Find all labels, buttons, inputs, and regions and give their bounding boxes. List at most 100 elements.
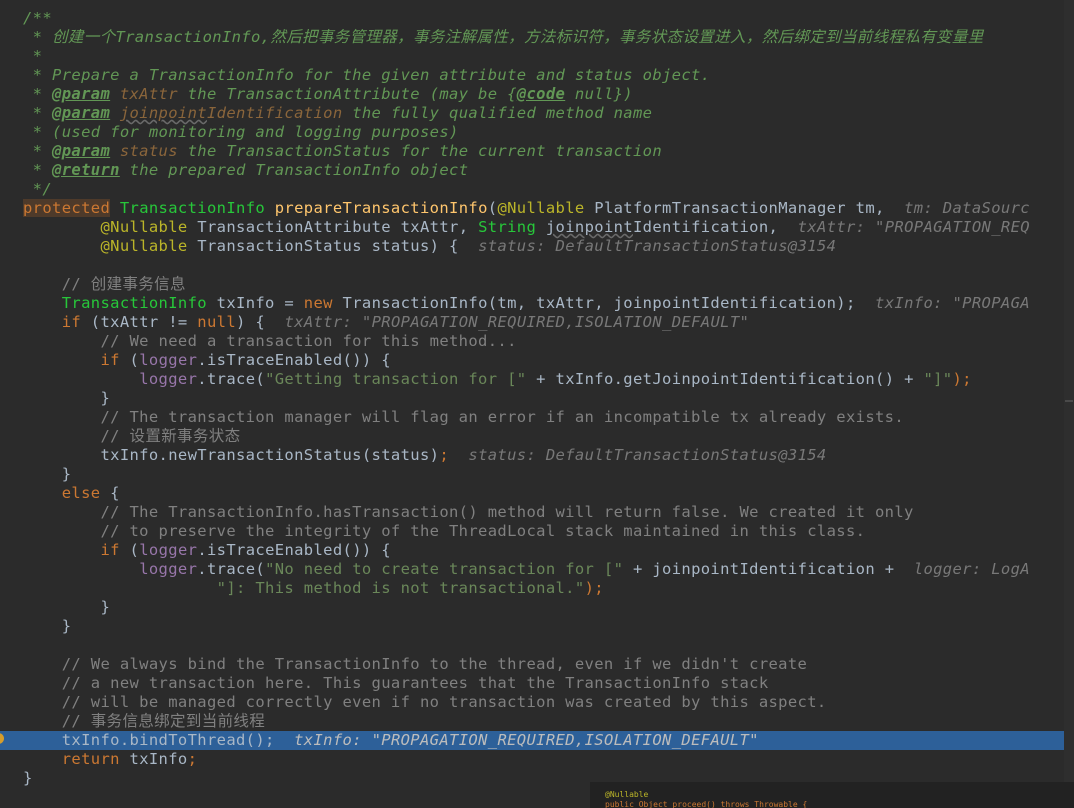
code-line[interactable]: // We need a transaction for this method… bbox=[0, 332, 1064, 351]
code-token: ( bbox=[119, 351, 140, 369]
code-token: * bbox=[23, 142, 53, 160]
code-line[interactable]: } bbox=[0, 617, 1064, 636]
code-token: the TransactionStatus for the current tr… bbox=[177, 142, 663, 160]
code-line[interactable]: } bbox=[0, 389, 1064, 408]
code-token: @param bbox=[52, 85, 111, 103]
code-token: txInfo.newTransactionStatus(status) bbox=[23, 446, 440, 464]
code-token: logger bbox=[139, 560, 198, 578]
code-line[interactable]: * @return the prepared TransactionInfo o… bbox=[0, 161, 1064, 180]
code-token: txAttr bbox=[110, 85, 178, 103]
code-line[interactable]: if (logger.isTraceEnabled()) { bbox=[0, 541, 1064, 560]
code-line[interactable]: // 事务信息绑定到当前线程 bbox=[0, 712, 1064, 731]
code-token: String bbox=[478, 218, 537, 236]
code-line[interactable]: * @param txAttr the TransactionAttribute… bbox=[0, 85, 1064, 104]
code-line[interactable]: else { bbox=[0, 484, 1064, 503]
code-token: // 创建事务信息 bbox=[23, 275, 186, 293]
code-token: null bbox=[197, 313, 237, 331]
code-line[interactable]: // 创建事务信息 bbox=[0, 275, 1064, 294]
code-line[interactable]: * @param status the TransactionStatus fo… bbox=[0, 142, 1064, 161]
code-line[interactable]: /** bbox=[0, 9, 1064, 28]
code-token: Identification bbox=[206, 104, 343, 122]
code-line[interactable]: * (used for monitoring and logging purpo… bbox=[0, 123, 1064, 142]
code-line[interactable]: TransactionInfo txInfo = new Transaction… bbox=[0, 294, 1064, 313]
current-execution-line[interactable]: txInfo.bindToThread(); txInfo: "PROPAGAT… bbox=[0, 731, 1064, 750]
code-line[interactable]: * @param joinpointIdentification the ful… bbox=[0, 104, 1064, 123]
code-token: ); bbox=[952, 370, 972, 388]
code-line[interactable]: * 创建一个TransactionInfo,然后把事务管理器，事务注解属性，方法… bbox=[0, 28, 1064, 47]
code-token: @return bbox=[52, 161, 120, 179]
code-token: * bbox=[23, 104, 53, 122]
code-line[interactable]: // The TransactionInfo.hasTransaction() … bbox=[0, 503, 1064, 522]
code-token: tm: DataSourc bbox=[904, 199, 1030, 217]
vertical-scrollbar[interactable] bbox=[1064, 0, 1074, 808]
code-line[interactable]: logger.trace("Getting transaction for ["… bbox=[0, 370, 1064, 389]
code-token: TransactionAttribute txAttr, bbox=[187, 218, 479, 236]
code-token: } bbox=[23, 617, 72, 635]
code-line[interactable]: * bbox=[0, 47, 1064, 66]
code-line[interactable]: } bbox=[0, 598, 1064, 617]
code-token: TransactionInfo(tm, txAttr, joinpointIde… bbox=[332, 294, 856, 312]
code-token: txInfo: bbox=[294, 731, 372, 749]
code-token: "]" bbox=[923, 370, 953, 388]
code-token: @Nullable bbox=[497, 199, 585, 217]
code-token: PlatformTransactionManager tm, bbox=[584, 199, 905, 217]
code-token: + joinpointIdentification + bbox=[623, 560, 914, 578]
code-editor[interactable]: /** * 创建一个TransactionInfo,然后把事务管理器，事务注解属… bbox=[0, 0, 1064, 808]
code-token: // The transaction manager will flag an … bbox=[23, 408, 905, 426]
code-line[interactable]: txInfo.newTransactionStatus(status); sta… bbox=[0, 446, 1064, 465]
code-token: * bbox=[23, 85, 53, 103]
code-line[interactable]: // We always bind the TransactionInfo to… bbox=[0, 655, 1064, 674]
code-token: ); bbox=[584, 579, 604, 597]
code-token: .trace( bbox=[197, 560, 266, 578]
code-line[interactable]: @Nullable TransactionAttribute txAttr, S… bbox=[0, 218, 1064, 237]
code-line[interactable]: * Prepare a TransactionInfo for the give… bbox=[0, 66, 1064, 85]
code-line[interactable]: return txInfo; bbox=[0, 750, 1064, 769]
code-line[interactable]: @Nullable TransactionStatus status) { st… bbox=[0, 237, 1064, 256]
code-token: the fully qualified method name bbox=[342, 104, 653, 122]
code-line[interactable]: protected TransactionInfo prepareTransac… bbox=[0, 199, 1064, 218]
code-token: else bbox=[61, 484, 101, 502]
code-token: TransactionStatus status) { bbox=[187, 237, 479, 255]
code-token: @Nullable bbox=[100, 218, 188, 236]
code-line[interactable]: // will be managed correctly even if no … bbox=[0, 693, 1064, 712]
code-line[interactable]: "]: This method is not transactional."); bbox=[0, 579, 1064, 598]
code-token: * bbox=[23, 47, 43, 65]
code-line[interactable]: */ bbox=[0, 180, 1064, 199]
code-token: .isTraceEnabled()) { bbox=[197, 541, 391, 559]
code-line[interactable]: // The transaction manager will flag an … bbox=[0, 408, 1064, 427]
code-token: // will be managed correctly even if no … bbox=[23, 693, 827, 711]
code-token: logger bbox=[139, 541, 198, 559]
code-line[interactable] bbox=[0, 636, 1064, 655]
code-token: ; bbox=[187, 750, 198, 768]
code-token: Identification, bbox=[633, 218, 798, 236]
code-line[interactable] bbox=[0, 256, 1064, 275]
code-line[interactable]: if (logger.isTraceEnabled()) { bbox=[0, 351, 1064, 370]
code-line[interactable]: // to preserve the integrity of the Thre… bbox=[0, 522, 1064, 541]
code-line[interactable]: logger.trace("No need to create transact… bbox=[0, 560, 1064, 579]
code-line[interactable]: // 设置新事务状态 bbox=[0, 427, 1064, 446]
code-line[interactable]: // a new transaction here. This guarante… bbox=[0, 674, 1064, 693]
code-line[interactable]: if (txAttr != null) { txAttr: "PROPAGATI… bbox=[0, 313, 1064, 332]
code-line[interactable]: } bbox=[0, 465, 1064, 484]
code-token: if bbox=[61, 313, 82, 331]
code-token: @Nullable bbox=[100, 237, 188, 255]
code-token: new bbox=[303, 294, 333, 312]
code-token: txInfo.bindToThread(); bbox=[23, 731, 275, 749]
code-token: the TransactionAttribute (may be { bbox=[177, 85, 517, 103]
code-token: */ bbox=[23, 180, 53, 198]
code-token: * Prepare a TransactionInfo for the give… bbox=[23, 66, 711, 84]
peek-code-line: @Nullable bbox=[605, 790, 649, 799]
code-token: "PROPAGATION_REQUIRED,ISOLATION_DEFAULT" bbox=[371, 731, 759, 749]
code-token: protected bbox=[23, 199, 111, 217]
code-token: (txAttr != bbox=[81, 313, 198, 331]
